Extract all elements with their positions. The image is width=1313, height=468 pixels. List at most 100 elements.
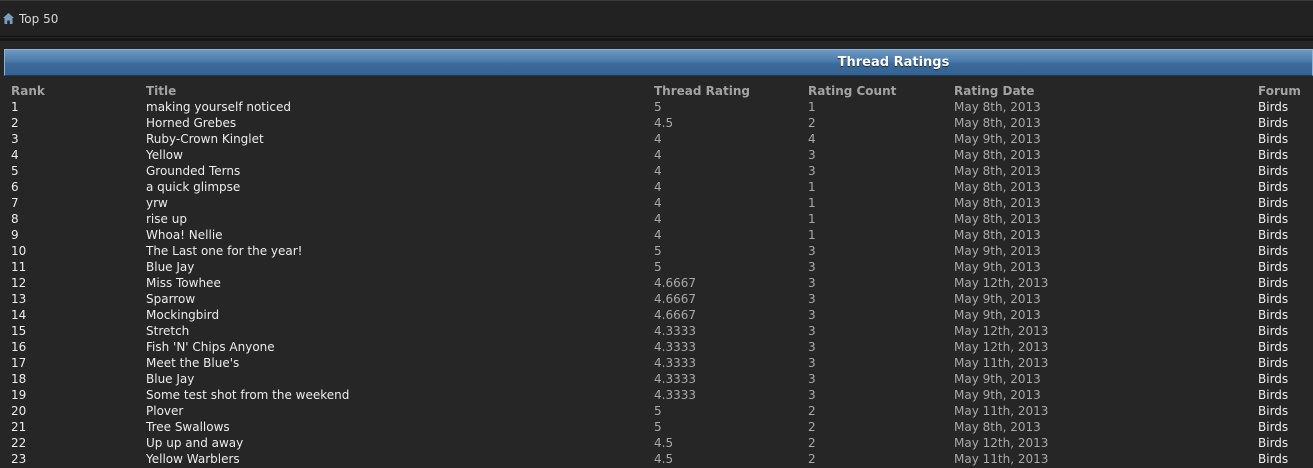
table-header-bar: Thread Ratings [4,49,1313,76]
forum-link[interactable]: Birds [1258,275,1288,291]
cell-rating: 4 [654,228,662,242]
thread-title-link[interactable]: Plover [146,403,183,419]
cell-date: May 12th, 2013 [954,276,1049,290]
forum-link[interactable]: Birds [1258,451,1288,467]
table-row: 13 Sparrow 4.6667 3 May 9th, 2013 Birds [0,291,1313,307]
cell-rank: 14 [11,308,27,322]
thread-title-link[interactable]: Stretch [146,323,189,339]
forum-link[interactable]: Birds [1258,323,1288,339]
table-row: 23 Yellow Warblers 4.5 2 May 11th, 2013 Birds [0,451,1313,467]
table-row: 3 Ruby-Crown Kinglet 4 4 May 9th, 2013 Birds [0,131,1313,147]
thread-title-link[interactable]: making yourself noticed [146,99,291,115]
forum-link[interactable]: Birds [1258,179,1288,195]
cell-date: May 8th, 2013 [954,212,1041,226]
cell-count: 3 [808,324,816,338]
cell-count: 1 [808,180,816,194]
cell-rank: 9 [11,228,19,242]
thread-title-link[interactable]: Yellow [146,147,183,163]
cell-rating: 5 [654,404,662,418]
column-header-rating: Thread Rating [654,84,750,98]
cell-date: May 9th, 2013 [954,260,1041,274]
thread-title-link[interactable]: Grounded Terns [146,163,240,179]
cell-rating: 4.6667 [654,292,696,306]
thread-title-link[interactable]: Ruby-Crown Kinglet [146,131,264,147]
table-row: 12 Miss Towhee 4.6667 3 May 12th, 2013 Birds [0,275,1313,291]
table-row: 11 Blue Jay 5 3 May 9th, 2013 Birds [0,259,1313,275]
cell-count: 1 [808,228,816,242]
cell-count: 3 [808,340,816,354]
thread-title-link[interactable]: Whoa! Nellie [146,227,223,243]
cell-date: May 9th, 2013 [954,308,1041,322]
cell-count: 1 [808,196,816,210]
thread-title-link[interactable]: The Last one for the year! [146,243,303,259]
cell-date: May 9th, 2013 [954,244,1041,258]
forum-link[interactable]: Birds [1258,291,1288,307]
thread-title-link[interactable]: Miss Towhee [146,275,221,291]
breadcrumb: Top 50 [0,0,1313,37]
thread-title-link[interactable]: yrw [146,195,168,211]
thread-title-link[interactable]: Up up and away [146,435,243,451]
forum-link[interactable]: Birds [1258,115,1288,131]
cell-rank: 7 [11,196,19,210]
cell-rating: 5 [654,420,662,434]
breadcrumb-current[interactable]: Top 50 [19,12,58,26]
thread-title-link[interactable]: Horned Grebes [146,115,236,131]
cell-count: 3 [808,388,816,402]
table-title: Thread Ratings [837,55,950,70]
table-row: 18 Blue Jay 4.3333 3 May 9th, 2013 Birds [0,371,1313,387]
cell-count: 2 [808,420,816,434]
thread-title-link[interactable]: Tree Swallows [146,419,230,435]
cell-date: May 8th, 2013 [954,180,1041,194]
cell-count: 3 [808,260,816,274]
cell-date: May 8th, 2013 [954,228,1041,242]
cell-rating: 4.5 [654,452,674,466]
cell-count: 2 [808,436,816,450]
column-header-title: Title [146,84,177,98]
forum-link[interactable]: Birds [1258,131,1288,147]
thread-title-link[interactable]: Blue Jay [146,259,194,275]
thread-title-link[interactable]: Meet the Blue's [146,355,239,371]
cell-rank: 2 [11,116,19,130]
forum-link[interactable]: Birds [1258,227,1288,243]
thread-title-link[interactable]: Yellow Warblers [146,451,240,467]
thread-title-link[interactable]: Sparrow [146,291,195,307]
cell-rating: 4 [654,180,662,194]
thread-title-link[interactable]: Fish 'N' Chips Anyone [146,339,275,355]
cell-date: May 12th, 2013 [954,340,1049,354]
forum-link[interactable]: Birds [1258,259,1288,275]
cell-date: May 12th, 2013 [954,436,1049,450]
table-row: 1 making yourself noticed 5 1 May 8th, 2013 B… [0,99,1313,115]
thread-title-link[interactable]: Some test shot from the weekend [146,387,349,403]
forum-link[interactable]: Birds [1258,211,1288,227]
forum-link[interactable]: Birds [1258,243,1288,259]
forum-link[interactable]: Birds [1258,307,1288,323]
forum-link[interactable]: Birds [1258,387,1288,403]
forum-link[interactable]: Birds [1258,419,1288,435]
cell-rating: 4.5 [654,116,674,130]
cell-rating: 4 [654,132,662,146]
forum-link[interactable]: Birds [1258,147,1288,163]
thread-title-link[interactable]: a quick glimpse [146,179,240,195]
cell-rank: 17 [11,356,27,370]
home-icon[interactable] [2,12,15,25]
forum-link[interactable]: Birds [1258,163,1288,179]
forum-link[interactable]: Birds [1258,435,1288,451]
forum-link[interactable]: Birds [1258,99,1288,115]
column-header-date: Rating Date [954,84,1035,98]
cell-rank: 11 [11,260,27,274]
cell-rating: 4.3333 [654,356,696,370]
thread-title-link[interactable]: Mockingbird [146,307,219,323]
cell-rank: 21 [11,420,27,434]
table-row: 4 Yellow 4 3 May 8th, 2013 Birds [0,147,1313,163]
cell-rank: 20 [11,404,27,418]
thread-title-link[interactable]: rise up [146,211,187,227]
forum-link[interactable]: Birds [1258,339,1288,355]
cell-date: May 9th, 2013 [954,372,1041,386]
forum-link[interactable]: Birds [1258,371,1288,387]
cell-count: 1 [808,100,816,114]
table-row: 10 The Last one for the year! 5 3 May 9th, 2… [0,243,1313,259]
forum-link[interactable]: Birds [1258,403,1288,419]
forum-link[interactable]: Birds [1258,355,1288,371]
forum-link[interactable]: Birds [1258,195,1288,211]
thread-title-link[interactable]: Blue Jay [146,371,194,387]
